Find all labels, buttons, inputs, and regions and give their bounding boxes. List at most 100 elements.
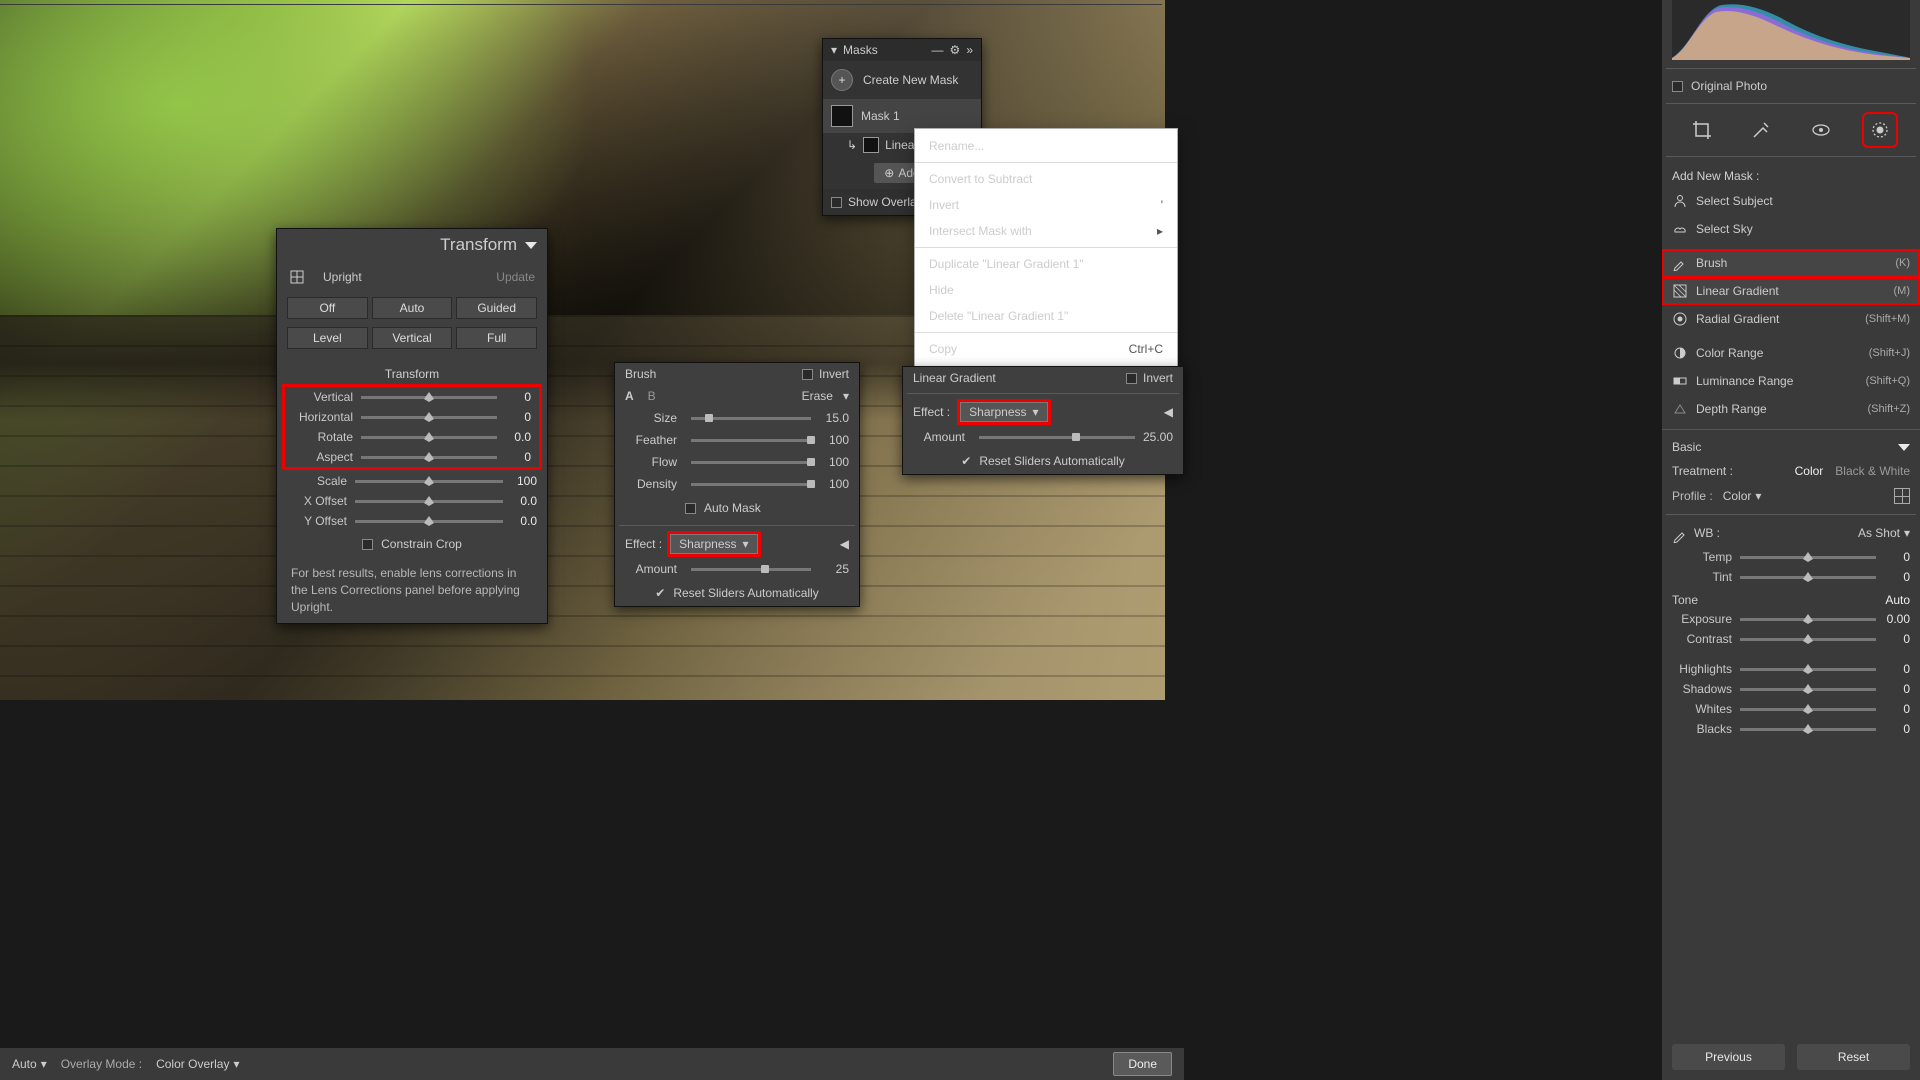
upright-icon[interactable]	[289, 269, 305, 285]
expand-icon[interactable]: »	[966, 43, 973, 57]
slider-knob[interactable]	[1803, 724, 1813, 734]
heal-tool-icon[interactable]	[1747, 116, 1775, 144]
ctx-duplicate[interactable]: Duplicate "Linear Gradient 1"	[915, 251, 1177, 277]
mask-option-linear-gradient[interactable]: Linear Gradient (M)	[1662, 277, 1920, 305]
slider-knob[interactable]	[424, 516, 434, 526]
brush-a[interactable]: A	[625, 389, 634, 403]
previous-button[interactable]: Previous	[1672, 1044, 1785, 1070]
ctx-copy[interactable]: CopyCtrl+C	[915, 336, 1177, 362]
temp-slider[interactable]: Temp0	[1662, 547, 1920, 567]
slider-knob[interactable]	[807, 480, 815, 488]
update-button[interactable]: Update	[496, 270, 535, 284]
slider-track[interactable]	[355, 520, 503, 523]
slider-track[interactable]	[1740, 556, 1876, 559]
create-new-mask-button[interactable]: + Create New Mask	[823, 61, 981, 99]
slider-knob[interactable]	[424, 452, 434, 462]
collapse-icon[interactable]: ◀	[840, 537, 849, 551]
crop-tool-icon[interactable]	[1688, 116, 1716, 144]
ctx-rename[interactable]: Rename...	[915, 133, 1177, 159]
ctx-invert[interactable]: Invert'	[915, 192, 1177, 218]
size-slider[interactable]: Size15.0	[615, 407, 859, 429]
seg-full[interactable]: Full	[456, 327, 537, 349]
checkbox-icon[interactable]	[831, 197, 842, 208]
mask-option-luminance-range[interactable]: Luminance Range (Shift+Q)	[1662, 367, 1920, 395]
slider-knob[interactable]	[1803, 664, 1813, 674]
exposure-slider[interactable]: Exposure0.00	[1662, 609, 1920, 629]
done-button[interactable]: Done	[1113, 1052, 1172, 1076]
slider-knob[interactable]	[424, 412, 434, 422]
whites-slider[interactable]: Whites0	[1662, 699, 1920, 719]
slider-track[interactable]	[1740, 728, 1876, 731]
slider-track[interactable]	[1740, 708, 1876, 711]
auto-mask-toggle[interactable]: Auto Mask	[615, 495, 859, 521]
scale-slider[interactable]: Scale100	[277, 471, 547, 491]
mask-option-color-range[interactable]: Color Range (Shift+J)	[1662, 339, 1920, 367]
checkbox-icon[interactable]	[802, 369, 813, 380]
blacks-slider[interactable]: Blacks0	[1662, 719, 1920, 739]
slider-track[interactable]	[1740, 688, 1876, 691]
transform-header[interactable]: Transform	[277, 229, 547, 261]
treatment-bw[interactable]: Black & White	[1835, 464, 1910, 478]
horizontal-slider[interactable]: Horizontal0	[283, 407, 541, 427]
mask-option-depth-range[interactable]: Depth Range (Shift+Z)	[1662, 395, 1920, 423]
profile-select[interactable]: Color▾	[1723, 489, 1762, 503]
seg-vertical[interactable]: Vertical	[372, 327, 453, 349]
slider-track[interactable]	[691, 461, 811, 464]
slider-track[interactable]	[355, 480, 503, 483]
collapse-icon[interactable]: ◀	[1164, 405, 1173, 419]
slider-track[interactable]	[691, 568, 811, 571]
slider-knob[interactable]	[1072, 433, 1080, 441]
tint-slider[interactable]: Tint0	[1662, 567, 1920, 587]
contrast-slider[interactable]: Contrast0	[1662, 629, 1920, 649]
slider-knob[interactable]	[1803, 704, 1813, 714]
slider-knob[interactable]	[424, 496, 434, 506]
slider-track[interactable]	[691, 439, 811, 442]
slider-knob[interactable]	[1803, 614, 1813, 624]
seg-off[interactable]: Off	[287, 297, 368, 319]
constrain-crop-toggle[interactable]: Constrain Crop	[277, 531, 547, 557]
flow-slider[interactable]: Flow100	[615, 451, 859, 473]
ctx-hide[interactable]: Hide	[915, 277, 1177, 303]
chevron-down-icon[interactable]: ▾	[843, 389, 849, 403]
checkbox-icon[interactable]	[1126, 373, 1137, 384]
lg-reset-toggle[interactable]: ✔Reset Sliders Automatically	[903, 448, 1183, 474]
xoffset-slider[interactable]: X Offset0.0	[277, 491, 547, 511]
slider-knob[interactable]	[424, 392, 434, 402]
highlights-slider[interactable]: Highlights0	[1662, 659, 1920, 679]
vertical-slider[interactable]: Vertical0	[283, 387, 541, 407]
mask-option-radial-gradient[interactable]: Radial Gradient (Shift+M)	[1662, 305, 1920, 333]
original-photo-toggle[interactable]: Original Photo	[1662, 73, 1920, 99]
slider-knob[interactable]	[1803, 634, 1813, 644]
slider-track[interactable]	[361, 456, 497, 459]
slider-track[interactable]	[355, 500, 503, 503]
effect-select[interactable]: Sharpness▾	[960, 402, 1047, 422]
histogram[interactable]	[1672, 0, 1910, 60]
rotate-slider[interactable]: Rotate0.0	[283, 427, 541, 447]
slider-knob[interactable]	[807, 458, 815, 466]
masking-tool-icon[interactable]	[1866, 116, 1894, 144]
auto-tone-button[interactable]: Auto	[1885, 593, 1910, 607]
mask-option-brush[interactable]: Brush (K)	[1662, 249, 1920, 277]
slider-track[interactable]	[691, 417, 811, 420]
shadows-slider[interactable]: Shadows0	[1662, 679, 1920, 699]
wb-select[interactable]: As Shot▾	[1858, 526, 1910, 540]
slider-knob[interactable]	[705, 414, 713, 422]
reset-button[interactable]: Reset	[1797, 1044, 1910, 1070]
slider-knob[interactable]	[1803, 572, 1813, 582]
redeye-tool-icon[interactable]	[1807, 116, 1835, 144]
settings-icon[interactable]: ⚙	[950, 43, 961, 57]
mask-option-select-subject[interactable]: Select Subject	[1662, 187, 1920, 215]
masks-panel-header[interactable]: ▾ Masks — ⚙ »	[823, 39, 981, 61]
slider-track[interactable]	[1740, 618, 1876, 621]
profile-browser-icon[interactable]	[1894, 488, 1910, 504]
slider-track[interactable]	[691, 483, 811, 486]
slider-knob[interactable]	[1803, 552, 1813, 562]
slider-knob[interactable]	[761, 565, 769, 573]
overlay-mode-select[interactable]: Color Overlay▾	[156, 1057, 239, 1071]
slider-track[interactable]	[1740, 668, 1876, 671]
density-slider[interactable]: Density100	[615, 473, 859, 495]
auto-select[interactable]: Auto▾	[12, 1057, 47, 1071]
yoffset-slider[interactable]: Y Offset0.0	[277, 511, 547, 531]
slider-track[interactable]	[979, 436, 1135, 439]
mask-option-select-sky[interactable]: Select Sky	[1662, 215, 1920, 243]
